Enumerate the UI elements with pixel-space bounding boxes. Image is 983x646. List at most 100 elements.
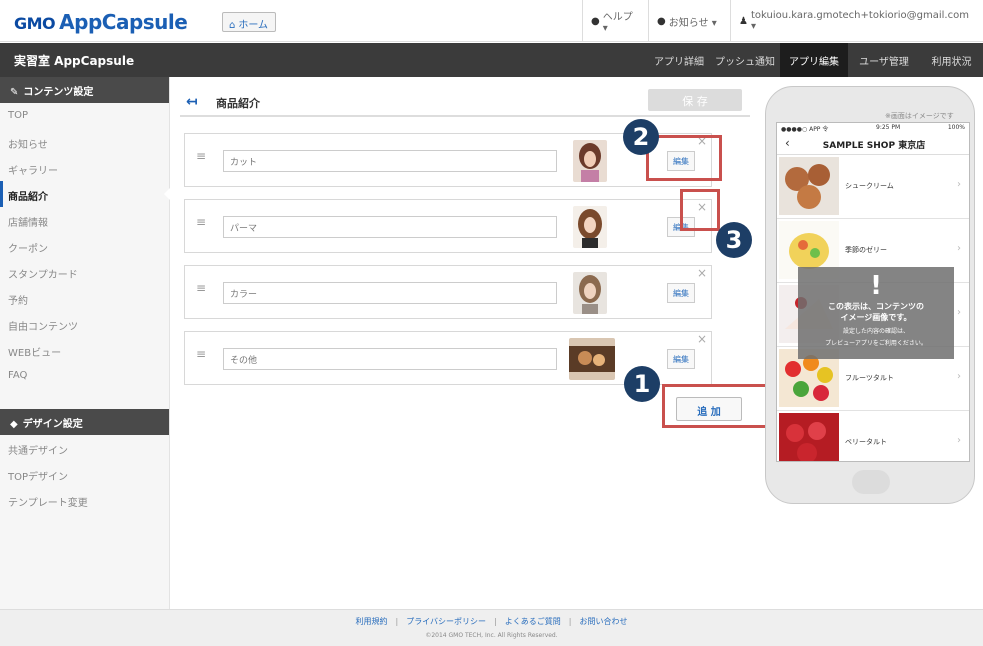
home-button[interactable]: ⌂ ホーム [222, 12, 276, 32]
drag-handle-icon[interactable]: ≡ [196, 282, 208, 294]
footer: 利用規約 | プライバシーポリシー | よくあるご質問 | お問い合わせ ©2014 GMO… [0, 609, 983, 646]
item-name-input[interactable] [223, 150, 557, 172]
sidebar-item-reservation[interactable]: 予約 [0, 285, 169, 311]
thumbnail-image [573, 206, 607, 248]
sidebar-item-news[interactable]: お知らせ [0, 129, 169, 155]
overlay-line-1: この表示は、コンテンツの [828, 302, 924, 311]
footer-separator: | [395, 617, 399, 626]
phone-item-label: 季節のゼリー [845, 246, 887, 254]
design-settings-heading: ◆ デザイン設定 [0, 409, 169, 435]
chevron-right-icon: › [957, 435, 961, 446]
user-email: tokuiou.kara.gmotech+tokiorio@gmail.com … [750, 10, 969, 32]
sidebar-item-faq[interactable]: FAQ [0, 363, 169, 389]
drag-handle-icon[interactable]: ≡ [196, 150, 208, 162]
status-time: 9:25 PM [876, 124, 901, 131]
drag-handle-icon[interactable]: ≡ [196, 216, 208, 228]
copyright: ©2014 GMO TECH, Inc. All Rights Reserved… [425, 632, 558, 639]
edit-button[interactable]: 編集 [667, 283, 695, 303]
sidebar-item-gallery[interactable]: ギャラリー [0, 155, 169, 181]
item-name-input[interactable] [223, 216, 557, 238]
thumbnail-image [573, 140, 607, 182]
shop-title: SAMPLE SHOP 東京店 [822, 141, 926, 151]
content-heading-label: コンテンツ設定 [23, 87, 94, 98]
home-icon: ⌂ [229, 20, 236, 31]
tab-usage[interactable]: 利用状況 [920, 43, 983, 77]
phone-item-label: シュークリーム [845, 182, 894, 190]
tab-push[interactable]: プッシュ通知 [710, 43, 780, 77]
thumbnail-image [573, 272, 607, 314]
home-label: ホーム [238, 20, 269, 31]
callout-number-3: 3 [716, 222, 752, 258]
chevron-right-icon: › [957, 371, 961, 382]
sidebar-item-free-content[interactable]: 自由コンテンツ [0, 311, 169, 337]
drag-handle-icon[interactable]: ≡ [196, 348, 208, 360]
sidebar-item-template-change[interactable]: テンプレート変更 [0, 487, 169, 513]
save-button[interactable]: 保 存 [648, 89, 742, 111]
item-name-input[interactable] [223, 282, 557, 304]
overlay-line-2: イメージ画像です。 [840, 313, 912, 322]
preview-note: ※画面はイメージです [885, 112, 954, 120]
brand-name: 実習室 AppCapsule [14, 54, 135, 68]
sidebar: ✎ コンテンツ設定 TOP お知らせ ギャラリー 商品紹介 店舗情報 クーポン ス… [0, 77, 170, 609]
design-heading-label: デザイン設定 [22, 419, 83, 430]
edit-icon: ✎ [10, 87, 19, 98]
logo-gmo: GMO [14, 14, 56, 33]
page-title: 商品紹介 [216, 97, 260, 110]
list-item: ≡ 編集 × [184, 265, 712, 319]
help-icon: ● [591, 15, 600, 27]
tab-app-detail[interactable]: アプリ詳細 [648, 43, 710, 77]
user-menu[interactable]: ♟ tokuiou.kara.gmotech+tokiorio@gmail.com… [730, 0, 983, 42]
sidebar-item-webview[interactable]: WEBビュー [0, 337, 169, 363]
phone-item-label: フルーツタルト [845, 374, 894, 382]
phone-header: ‹ SAMPLE SHOP 東京店 [777, 133, 969, 155]
news-label: お知らせ ▾ [668, 17, 717, 29]
phone-list-item: ベリータルト › [777, 411, 969, 461]
top-bar: GMO AppCapsule ⌂ ホーム ● ヘルプ ▾ ● お知らせ ▾ ♟ tokui… [0, 0, 983, 42]
design-icon: ◆ [10, 419, 18, 430]
callout-number-1: 1 [624, 366, 660, 402]
sidebar-item-common-design[interactable]: 共通デザイン [0, 435, 169, 461]
back-arrow-icon[interactable]: ↤ [186, 94, 198, 110]
chevron-right-icon: › [957, 307, 961, 318]
close-icon[interactable]: × [697, 332, 707, 346]
cream-puff-image [779, 157, 839, 215]
sidebar-item-stamp-card[interactable]: スタンプカード [0, 259, 169, 285]
phone-home-button [852, 470, 890, 494]
close-icon[interactable]: × [697, 266, 707, 280]
logo-app: AppCapsule [59, 10, 188, 34]
phone-list-item: シュークリーム › [777, 155, 969, 219]
edit-button[interactable]: 編集 [667, 349, 695, 369]
footer-link-terms[interactable]: 利用規約 [356, 617, 388, 626]
exclamation-icon: ! [870, 271, 882, 301]
sidebar-item-top[interactable]: TOP [0, 103, 169, 129]
help-label: ヘルプ ▾ [602, 12, 633, 34]
sidebar-item-coupon[interactable]: クーポン [0, 233, 169, 259]
content-settings-heading: ✎ コンテンツ設定 [0, 77, 169, 103]
news-menu[interactable]: ● お知らせ ▾ [648, 0, 730, 42]
phone-status-bar: ●●●●○ APP 令 9:25 PM 100% [777, 123, 969, 133]
tab-user-manage[interactable]: ユーザ管理 [848, 43, 920, 77]
chevron-right-icon: › [957, 243, 961, 254]
chevron-right-icon: › [957, 179, 961, 190]
sidebar-item-top-design[interactable]: TOPデザイン [0, 461, 169, 487]
list-item: ≡ 編集 × [184, 199, 712, 253]
sidebar-item-products[interactable]: 商品紹介 [0, 181, 170, 207]
footer-link-contact[interactable]: お問い合わせ [579, 617, 627, 626]
sidebar-item-shop-info[interactable]: 店舗情報 [0, 207, 169, 233]
footer-link-privacy[interactable]: プライバシーポリシー [406, 617, 486, 626]
app-logo[interactable]: GMO AppCapsule [14, 10, 188, 34]
user-icon: ♟ [739, 15, 748, 27]
overlay-line-4: プレビューアプリをご利用ください。 [825, 340, 927, 347]
thumbnail-image [569, 338, 615, 380]
help-menu[interactable]: ● ヘルプ ▾ [582, 0, 648, 42]
callout-box-1 [662, 384, 780, 428]
main-navbar: 実習室 AppCapsule アプリ詳細 プッシュ通知 アプリ編集 ユーザ管理 … [0, 43, 983, 77]
preview-notice-overlay: ! この表示は、コンテンツの イメージ画像です。 設定した内容の確認は、 プレビ… [798, 267, 954, 359]
footer-separator: | [494, 617, 497, 626]
tab-app-edit[interactable]: アプリ編集 [780, 43, 848, 77]
callout-box-3 [680, 189, 720, 231]
item-name-input[interactable] [223, 348, 557, 370]
status-carrier: ●●●●○ APP 令 [781, 126, 829, 133]
footer-link-faq[interactable]: よくあるご質問 [505, 617, 561, 626]
